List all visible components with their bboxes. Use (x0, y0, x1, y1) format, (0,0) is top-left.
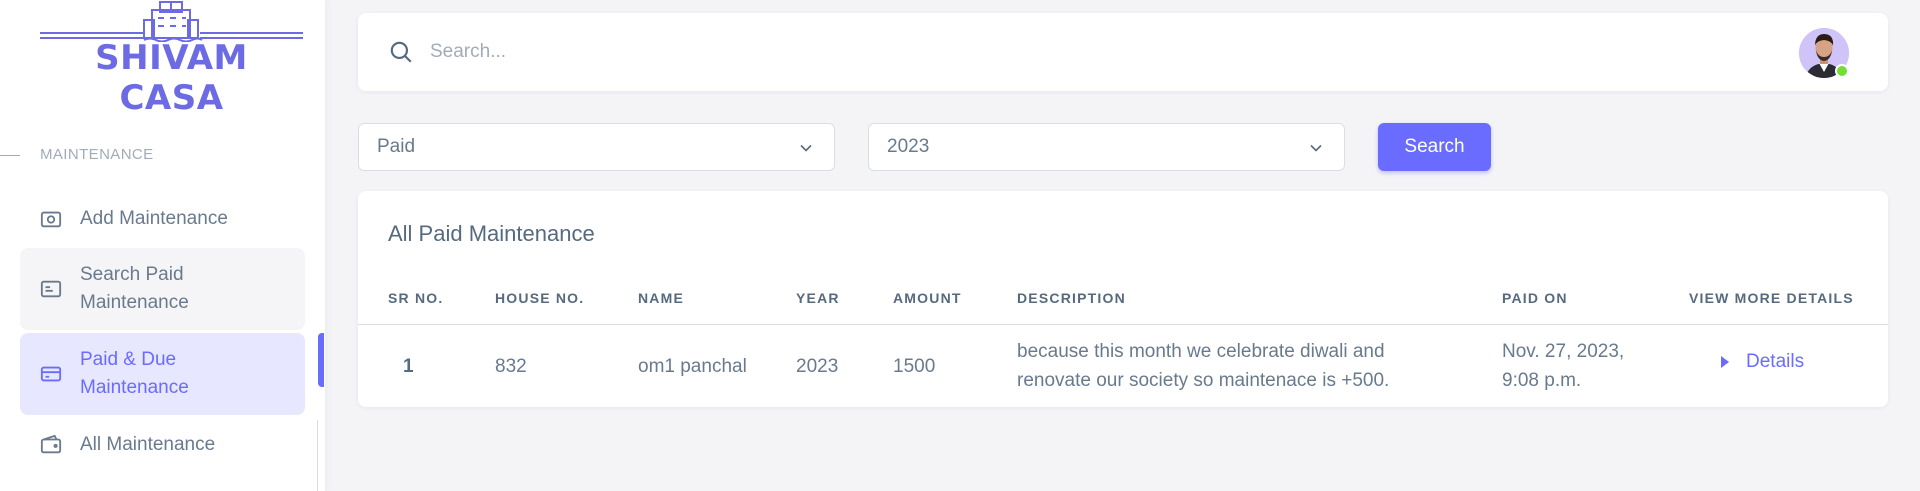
status-select[interactable]: Paid (358, 123, 835, 171)
cell-amount: 1500 (893, 356, 936, 377)
column-header-house-no: HOUSE NO. (495, 290, 585, 306)
column-header-amount: AMOUNT (893, 290, 962, 306)
cell-description-line1: because this month we celebrate diwali a… (1017, 341, 1385, 362)
menu-header-divider (0, 155, 20, 156)
column-header-year: YEAR (796, 290, 840, 306)
column-header-view-more-details: VIEW MORE DETAILS (1689, 290, 1854, 306)
sidebar-item-all-maintenance[interactable]: All Maintenance (20, 430, 305, 460)
sidebar-item-label: Search Paid Maintenance (80, 264, 189, 313)
chevron-down-icon (800, 144, 812, 152)
cell-house-no: 832 (495, 356, 527, 377)
sidebar-item-paid-due-maintenance[interactable]: Paid & Due Maintenance (20, 333, 305, 415)
cell-sr-no: 1 (403, 356, 414, 377)
cell-paid-on-line2: 9:08 p.m. (1502, 370, 1582, 391)
column-header-paid-on: PAID ON (1502, 290, 1568, 306)
sidebar-item-label: Paid & Due Maintenance (80, 349, 189, 398)
sidebar-item-label: Add Maintenance (80, 208, 228, 229)
details-link[interactable]: Details (1718, 351, 1804, 373)
year-select[interactable]: 2023 (868, 123, 1345, 171)
year-select-value: 2023 (887, 136, 930, 157)
sidebar: SHIVAM CASA MAINTENANCE Add Maintenance … (0, 0, 325, 491)
sidebar-item-label: All Maintenance (80, 434, 216, 455)
sidebar-item-add-maintenance[interactable]: Add Maintenance (20, 204, 305, 234)
cell-paid-on-line1: Nov. 27, 2023, (1502, 341, 1625, 362)
camera-icon (40, 211, 62, 228)
wallet-icon (40, 434, 62, 454)
cell-name: om1 panchal (638, 356, 747, 377)
search-icon[interactable] (388, 39, 414, 65)
search-input[interactable] (430, 35, 1330, 69)
menu-section-header: MAINTENANCE (40, 146, 154, 163)
column-header-sr-no: SR NO. (388, 290, 444, 306)
credit-card-icon (40, 366, 62, 382)
card-title: All Paid Maintenance (388, 221, 595, 246)
column-header-description: DESCRIPTION (1017, 290, 1126, 306)
id-card-icon (40, 280, 62, 298)
cell-year: 2023 (796, 356, 839, 377)
paid-maintenance-card: All Paid Maintenance SR NO. HOUSE NO. NA… (358, 191, 1888, 407)
search-button[interactable]: Search (1378, 123, 1491, 171)
sidebar-item-search-paid-maintenance[interactable]: Search Paid Maintenance (20, 248, 305, 330)
building-logo-icon (40, 1, 303, 42)
online-status-badge (1835, 64, 1849, 78)
brand-name: SHIVAM CASA (95, 38, 248, 118)
brand-logo[interactable]: SHIVAM CASA (40, 0, 303, 118)
active-menu-indicator (318, 333, 324, 387)
sidebar-scrollbar[interactable] (317, 420, 318, 491)
cell-description-line2: renovate our society so maintenace is +5… (1017, 370, 1390, 391)
status-select-value: Paid (377, 136, 416, 157)
details-label: Details (1746, 351, 1805, 372)
table-header-divider (358, 324, 1888, 325)
column-header-name: NAME (638, 290, 685, 306)
top-navbar (358, 13, 1888, 91)
caret-right-icon (1721, 356, 1729, 368)
chevron-down-icon (1310, 144, 1322, 152)
